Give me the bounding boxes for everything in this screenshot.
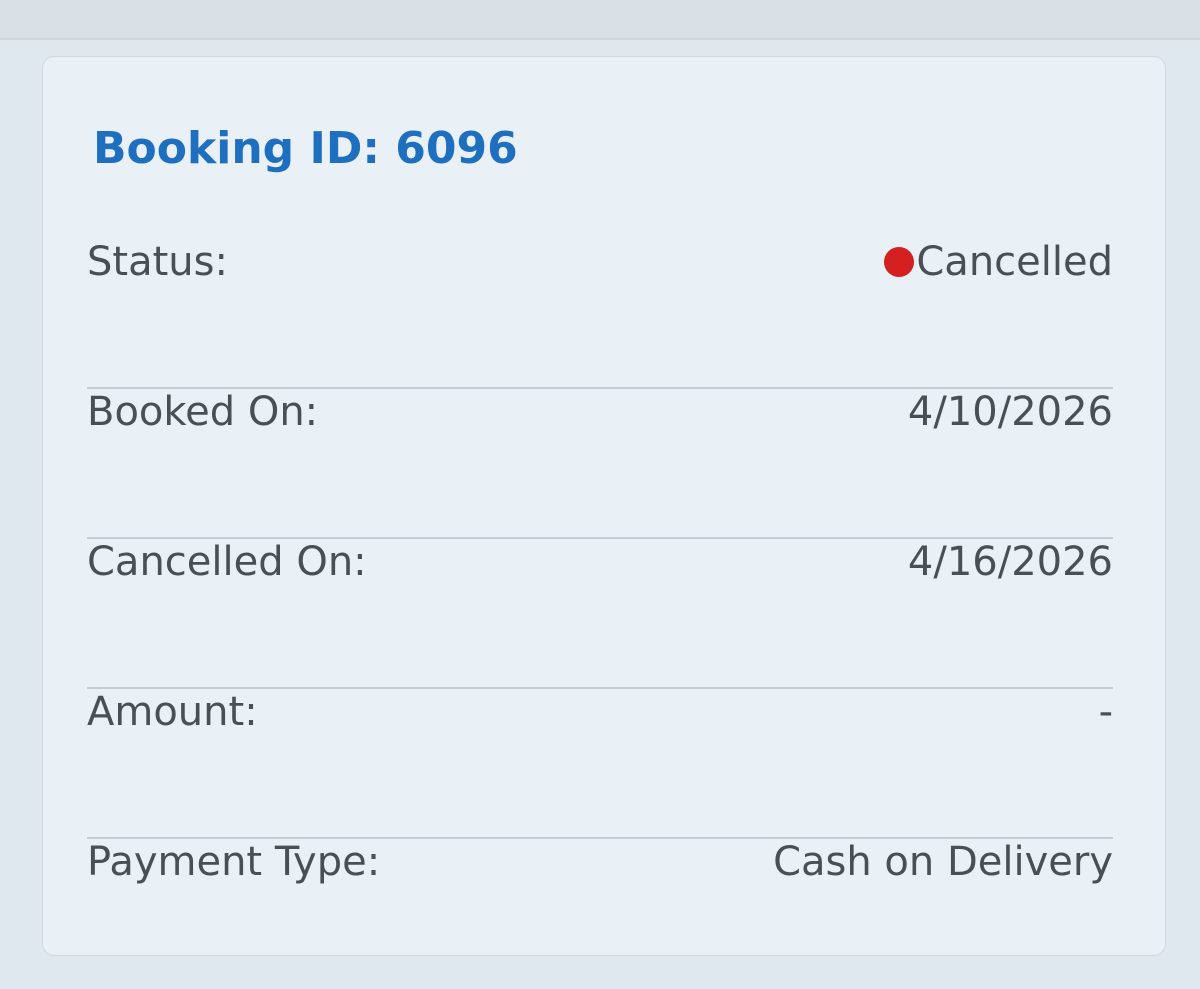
top-bar <box>0 0 1200 40</box>
amount-row: Amount: - <box>87 689 1113 839</box>
payment-type-row: Payment Type: Cash on Delivery <box>87 839 1113 989</box>
cancelled-on-row: Cancelled On: 4/16/2026 <box>87 539 1113 689</box>
amount-label: Amount: <box>87 689 258 735</box>
booked-on-row: Booked On: 4/10/2026 <box>87 389 1113 539</box>
cancelled-on-label: Cancelled On: <box>87 539 367 585</box>
booking-title: Booking ID: 6096 <box>93 123 518 174</box>
status-label: Status: <box>87 239 228 285</box>
booking-card: Booking ID: 6096 Status: Cancelled Booke… <box>42 56 1166 956</box>
status-value: Cancelled <box>884 239 1113 285</box>
booked-on-value: 4/10/2026 <box>907 389 1113 435</box>
status-dot-icon <box>884 247 915 277</box>
status-text: Cancelled <box>916 239 1113 285</box>
payment-type-label: Payment Type: <box>87 839 381 885</box>
booked-on-label: Booked On: <box>87 389 319 435</box>
payment-type-value: Cash on Delivery <box>773 839 1113 885</box>
amount-value: - <box>1098 689 1113 735</box>
cancelled-on-value: 4/16/2026 <box>907 539 1113 585</box>
status-row: Status: Cancelled <box>87 239 1113 389</box>
